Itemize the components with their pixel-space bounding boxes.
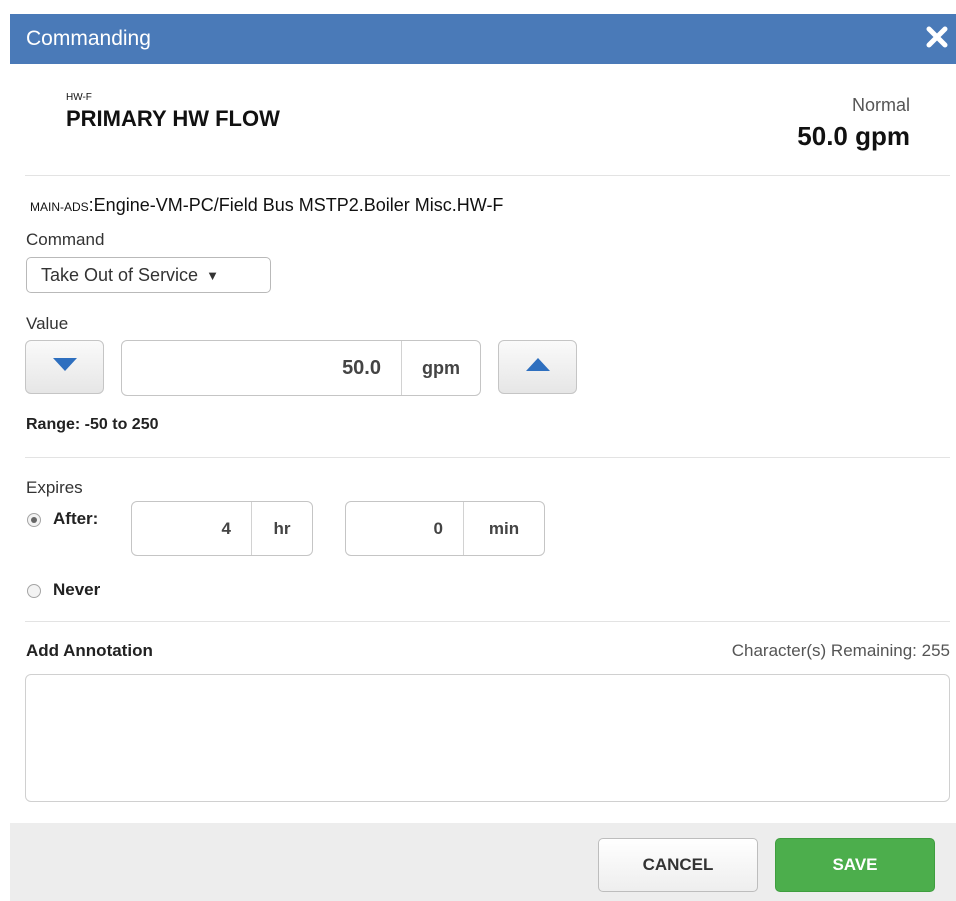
command-label: Command	[26, 230, 105, 249]
minutes-input-group: 0 min	[345, 501, 545, 556]
dropdown-arrow-icon: ▼	[206, 267, 219, 283]
value-input[interactable]: 50.0	[122, 341, 401, 395]
divider	[25, 457, 950, 458]
value-input-group: 50.0 gpm	[121, 340, 481, 396]
dialog-titlebar: Commanding	[10, 14, 956, 64]
path-value: :Engine-VM-PC/Field Bus MSTP2.Boiler Mis…	[88, 195, 504, 215]
triangle-down-icon	[52, 357, 77, 377]
value-range: Range: -50 to 250	[26, 416, 159, 433]
radio-after[interactable]	[27, 513, 41, 527]
object-status: Normal	[851, 95, 910, 115]
object-path: MAIN-ADS:Engine-VM-PC/Field Bus MSTP2.Bo…	[30, 195, 503, 216]
annotation-textarea[interactable]	[25, 674, 950, 802]
radio-selected-dot	[31, 517, 37, 523]
radio-never-label[interactable]: Never	[53, 580, 100, 600]
decrement-button[interactable]	[25, 340, 104, 394]
command-select[interactable]: Take Out of Service ▼	[26, 257, 271, 293]
radio-after-label[interactable]: After:	[53, 509, 98, 529]
annotation-label: Add Annotation	[26, 641, 153, 660]
save-button[interactable]: SAVE	[775, 838, 935, 892]
path-prefix: MAIN-ADS	[30, 200, 89, 214]
divider	[25, 621, 950, 622]
minutes-unit: min	[463, 502, 544, 555]
dialog-title: Commanding	[26, 27, 151, 50]
value-unit: gpm	[401, 341, 480, 395]
commanding-dialog: Commanding HW-F PRIMARY HW FLOW Normal 5…	[0, 0, 956, 901]
triangle-up-icon	[525, 357, 550, 377]
cancel-button[interactable]: CANCEL	[598, 838, 758, 892]
characters-remaining: Character(s) Remaining: 255	[731, 641, 950, 660]
present-value: 50.0 gpm	[797, 121, 910, 151]
object-name: PRIMARY HW FLOW	[66, 106, 280, 131]
hours-input-group: 4 hr	[131, 501, 313, 556]
radio-never[interactable]	[27, 584, 41, 598]
increment-button[interactable]	[498, 340, 577, 394]
expires-label: Expires	[26, 478, 83, 497]
hours-input[interactable]: 4	[132, 502, 251, 555]
close-icon[interactable]	[924, 24, 950, 50]
object-short-name: HW-F	[66, 92, 92, 103]
minutes-input[interactable]: 0	[346, 502, 463, 555]
value-label: Value	[26, 314, 69, 333]
divider	[25, 175, 950, 176]
command-selected-value: Take Out of Service	[41, 264, 199, 285]
hours-unit: hr	[251, 502, 312, 555]
